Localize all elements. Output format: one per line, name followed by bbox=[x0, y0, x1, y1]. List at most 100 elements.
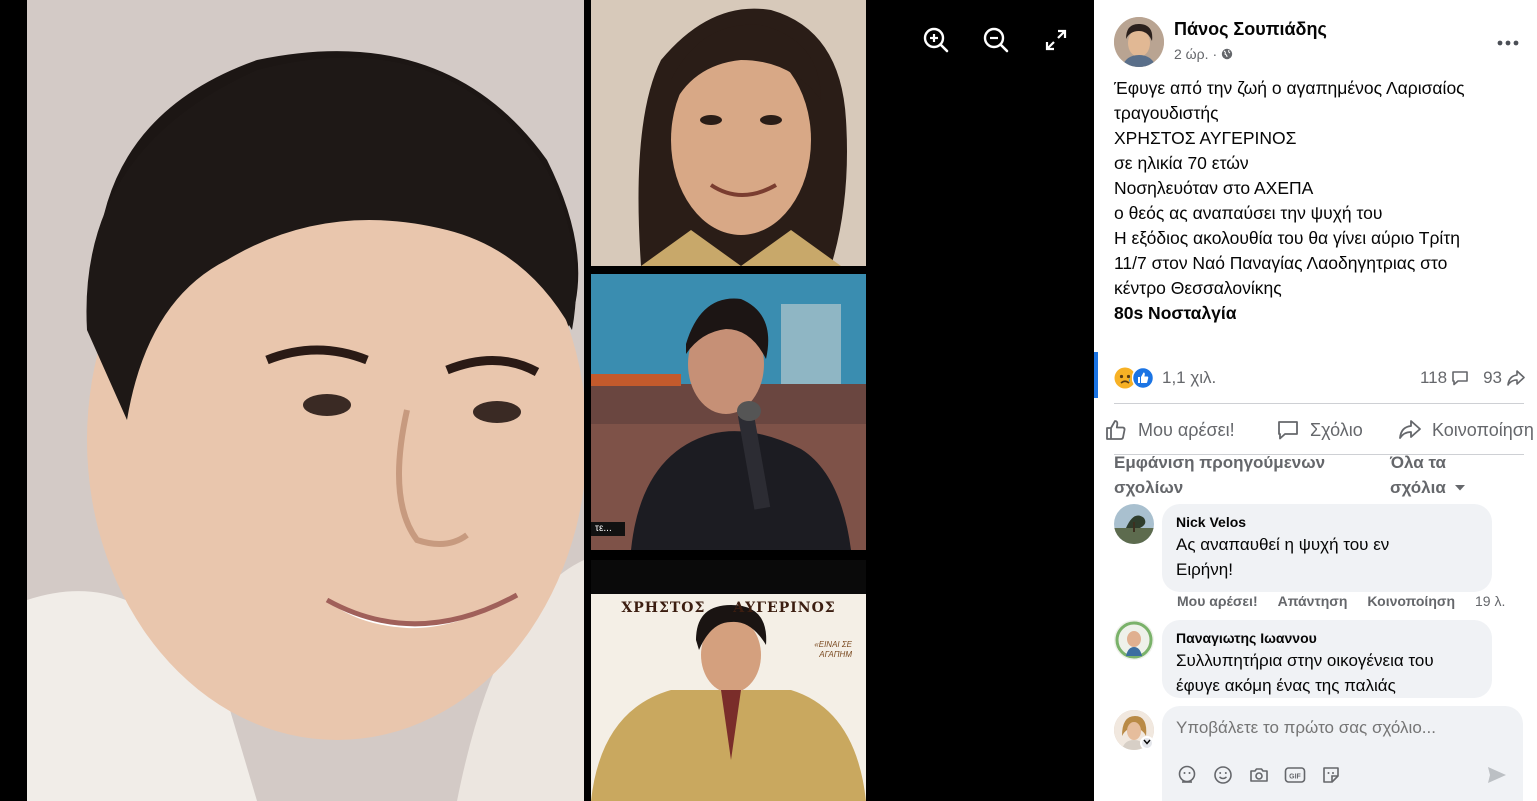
post-line: Η εξόδιος ακολουθία του θα γίνει αύριο Τ… bbox=[1114, 228, 1460, 248]
thumbs-up-icon bbox=[1106, 420, 1126, 440]
post-line: σε ηλικία 70 ετών bbox=[1114, 153, 1249, 173]
tv-channel-tag: τε... bbox=[591, 522, 625, 536]
album-cover-subtitle: «ΕΙΝΑΙ ΣΕ ΑΓΑΠΗΜ bbox=[814, 640, 852, 659]
comment-count[interactable]: 118 bbox=[1420, 368, 1469, 388]
view-previous-line: Εμφάνιση προηγούμενων bbox=[1114, 453, 1326, 472]
photo-button[interactable] bbox=[1248, 764, 1270, 786]
post-meta: 2 ώρ. · bbox=[1174, 46, 1233, 62]
avatar-sticker-icon bbox=[1178, 765, 1196, 783]
share-count-value: 93 bbox=[1483, 368, 1502, 387]
emoji-icon bbox=[1214, 766, 1232, 784]
share-count[interactable]: 93 bbox=[1483, 368, 1526, 388]
comment-share-link[interactable]: Κοινοποίηση bbox=[1367, 593, 1455, 609]
photo-top[interactable] bbox=[591, 0, 866, 266]
comment-bubble-icon bbox=[1452, 371, 1468, 386]
comment-bubble: Nick Velos Ας αναπαυθεί η ψυχή του εν Ει… bbox=[1162, 504, 1492, 592]
expand-icon bbox=[1045, 29, 1067, 51]
engagement-counts: 118 93 bbox=[1420, 368, 1526, 388]
post-line: 11/7 στον Ναό Παναγίας Λαοδηγητριας στο bbox=[1114, 253, 1448, 273]
like-reaction-icon bbox=[1132, 367, 1154, 389]
portrait-illustration bbox=[591, 0, 866, 266]
avatar-illustration bbox=[1114, 17, 1164, 67]
portrait-illustration bbox=[27, 0, 584, 801]
gif-icon: GIF bbox=[1284, 767, 1306, 783]
filter-line: σχόλια bbox=[1390, 478, 1446, 497]
filter-line-row: σχόλια bbox=[1390, 475, 1500, 500]
photo-viewer: τε... ΧΡΗΣΤΟΣ ΑΥΓΕΡΙΝΟΣ «ΕΙΝΑΙ ΣΕ ΑΓΑΠΗΜ bbox=[0, 0, 1094, 801]
like-button[interactable]: Μου αρέσει! bbox=[1098, 418, 1270, 442]
divider bbox=[1114, 403, 1524, 404]
reactions-summary: 1,1 χιλ. 118 93 bbox=[1114, 362, 1526, 394]
comment-bubble: Παναγιωτης Ιωαννου Συλλυπητήρια στην οικ… bbox=[1162, 620, 1492, 698]
camera-icon bbox=[1250, 768, 1268, 782]
commenter-avatar[interactable] bbox=[1114, 504, 1154, 544]
send-icon bbox=[1488, 767, 1506, 783]
share-button[interactable]: Κοινοποίηση bbox=[1392, 418, 1534, 442]
comment-text: έφυγε ακόμη ένας της παλιάς bbox=[1176, 676, 1396, 695]
chevron-down-icon bbox=[1143, 739, 1151, 745]
author-avatar[interactable] bbox=[1114, 17, 1164, 67]
gif-button[interactable]: GIF bbox=[1284, 764, 1306, 786]
sticker-icon bbox=[1323, 767, 1339, 783]
post-group-tag[interactable]: 80s Νοσταλγία bbox=[1114, 301, 1524, 326]
post-line: Νοσηλευόταν στο ΑΧΕΠΑ bbox=[1114, 178, 1314, 198]
comment-text: Συλλυπητήρια στην οικογένεια του bbox=[1176, 651, 1434, 670]
comment-composer: GIF bbox=[1162, 706, 1523, 801]
comment-time[interactable]: 19 λ. bbox=[1475, 593, 1505, 609]
post-line: ΧΡΗΣΤΟΣ ΑΥΓΕΡΙΝΟΣ bbox=[1114, 128, 1297, 148]
photo-bottom[interactable]: ΧΡΗΣΤΟΣ ΑΥΓΕΡΙΝΟΣ «ΕΙΝΑΙ ΣΕ ΑΓΑΠΗΜ bbox=[591, 560, 866, 801]
view-previous-comments[interactable]: Εμφάνιση προηγούμενων σχολίων bbox=[1114, 450, 1364, 500]
composer-tools: GIF bbox=[1176, 764, 1342, 786]
comment-text: Ας αναπαυθεί η ψυχή του εν bbox=[1176, 535, 1390, 554]
emoji-button[interactable] bbox=[1212, 764, 1234, 786]
filter-line: Όλα τα bbox=[1390, 453, 1447, 472]
photo-middle[interactable]: τε... bbox=[591, 274, 866, 550]
comment-icon bbox=[1278, 421, 1298, 440]
share-icon bbox=[1399, 420, 1421, 439]
globe-icon bbox=[1221, 48, 1233, 60]
comment-filter-dropdown[interactable]: Όλα τα σχόλια bbox=[1390, 450, 1500, 500]
more-icon bbox=[1497, 40, 1519, 46]
account-switch-button[interactable] bbox=[1140, 736, 1154, 750]
tv-still-illustration bbox=[591, 274, 866, 550]
avatar-illustration bbox=[1114, 504, 1154, 544]
view-previous-line: σχολίων bbox=[1114, 478, 1184, 497]
comment-button[interactable]: Σχόλιο bbox=[1270, 418, 1392, 442]
comment-reply-link[interactable]: Απάντηση bbox=[1278, 593, 1348, 609]
post-time[interactable]: 2 ώρ. bbox=[1174, 46, 1208, 62]
post-panel: Πάνος Σουπιάδης 2 ώρ. · Έφυγε από την ζω… bbox=[1094, 0, 1537, 801]
zoom-out-button[interactable] bbox=[980, 24, 1012, 56]
main-photo[interactable] bbox=[27, 0, 584, 801]
post-body: Έφυγε από την ζωή ο αγαπημένος Λαρισαίος… bbox=[1114, 76, 1524, 326]
comment-actions: Μου αρέσει! Απάντηση Κοινοποίηση 19 λ. bbox=[1177, 593, 1505, 609]
focus-indicator bbox=[1094, 352, 1098, 398]
post-actions: Μου αρέσει! Σχόλιο Κοινοποίηση bbox=[1098, 408, 1537, 452]
album-cover-illustration bbox=[591, 560, 866, 801]
more-options-button[interactable] bbox=[1497, 28, 1519, 50]
svg-text:GIF: GIF bbox=[1289, 774, 1301, 781]
fullscreen-button[interactable] bbox=[1040, 24, 1072, 56]
comment-input[interactable] bbox=[1176, 718, 1506, 738]
avatar-illustration bbox=[1114, 620, 1154, 660]
reaction-icons[interactable] bbox=[1114, 367, 1154, 389]
send-comment-button[interactable] bbox=[1485, 764, 1509, 786]
dot-separator: · bbox=[1212, 46, 1218, 62]
caret-down-icon bbox=[1454, 484, 1465, 490]
commenter-avatar[interactable] bbox=[1114, 620, 1154, 660]
album-cover-title: ΧΡΗΣΤΟΣ ΑΥΓΕΡΙΝΟΣ bbox=[621, 600, 836, 616]
zoom-in-button[interactable] bbox=[920, 24, 952, 56]
zoom-out-icon bbox=[983, 27, 1009, 53]
post-author[interactable]: Πάνος Σουπιάδης bbox=[1174, 19, 1327, 40]
commenter-name[interactable]: Nick Velos bbox=[1176, 512, 1478, 532]
post-line: τραγουδιστής bbox=[1114, 103, 1219, 123]
reaction-count[interactable]: 1,1 χιλ. bbox=[1162, 368, 1216, 388]
post-line: κέντρο Θεσσαλονίκης bbox=[1114, 278, 1282, 298]
zoom-in-icon bbox=[923, 27, 949, 53]
like-button-label: Μου αρέσει! bbox=[1138, 419, 1235, 440]
sticker-button[interactable] bbox=[1320, 764, 1342, 786]
commenter-name[interactable]: Παναγιωτης Ιωαννου bbox=[1176, 628, 1478, 648]
avatar-sticker-button[interactable] bbox=[1176, 764, 1198, 786]
comment-like-link[interactable]: Μου αρέσει! bbox=[1177, 593, 1258, 609]
comment-count-value: 118 bbox=[1419, 368, 1448, 387]
share-arrow-icon bbox=[1507, 370, 1525, 386]
